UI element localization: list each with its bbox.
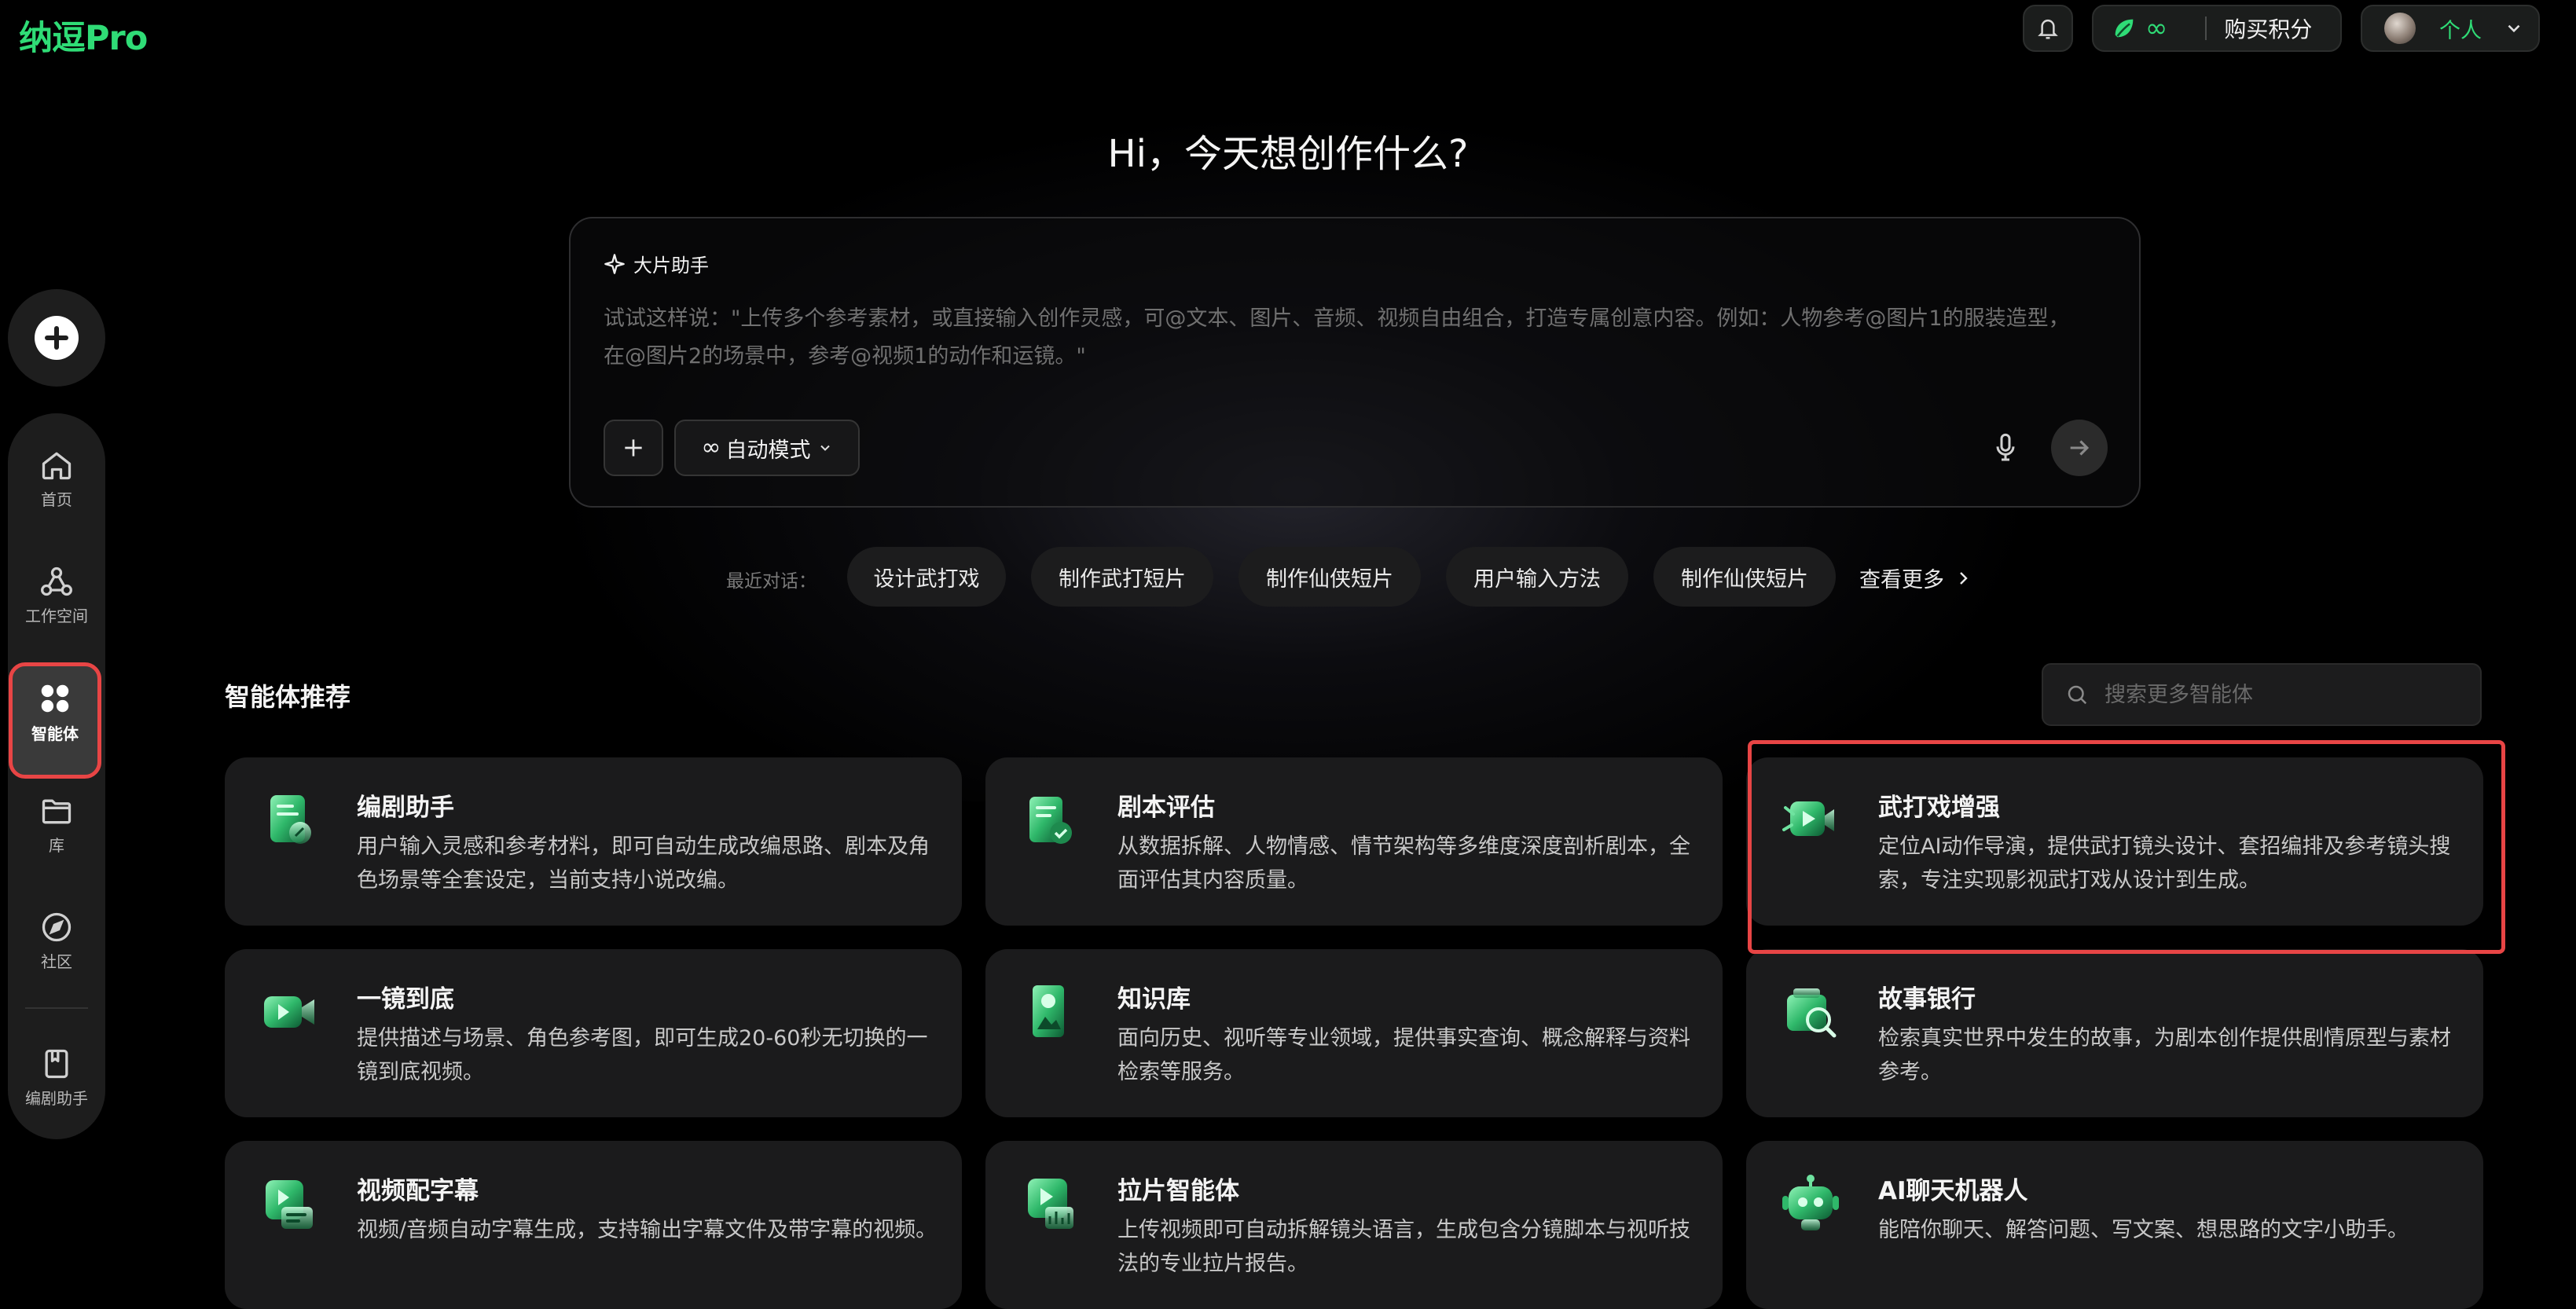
mode-selector[interactable]: ∞ 自动模式: [674, 420, 860, 476]
create-button[interactable]: [8, 289, 105, 387]
sidebar-item-home[interactable]: 首页: [8, 448, 105, 510]
agent-title: 故事银行: [1878, 985, 1976, 1014]
sparkle-icon: [604, 253, 625, 274]
leaf-icon: [2115, 19, 2134, 38]
chevron-down-icon: [2508, 24, 2520, 33]
home-icon: [42, 452, 72, 480]
video-camera-icon: [264, 996, 314, 1028]
chevron-right-icon: [1960, 571, 1968, 585]
agent-card[interactable]: AI聊天机器人 能陪你聊天、解答问题、写文案、想思路的文字小助手。: [1746, 1141, 2483, 1309]
recent-chip[interactable]: 用户输入方法: [1446, 547, 1628, 607]
story-bank-icon: [1787, 988, 1837, 1038]
sidebar-item-label: 智能体: [31, 724, 79, 743]
sidebar-item-agents[interactable]: 智能体: [9, 662, 101, 779]
view-more-label: 查看更多: [1859, 568, 1944, 592]
avatar: [2384, 13, 2416, 44]
agent-description: 提供描述与场景、角色参考图，即可生成20-60秒无切换的一镜到底视频。: [357, 1026, 928, 1084]
agent-card[interactable]: 编剧助手 用户输入灵感和参考材料，即可自动生成改编思路、剧本及角色场景等全套设定…: [225, 757, 962, 926]
agent-card[interactable]: 视频配字幕 视频/音频自动字幕生成，支持输出字幕文件及带字幕的视频。: [225, 1141, 962, 1309]
sidebar-item-label: 社区: [41, 952, 72, 971]
script-book-icon: [45, 1049, 68, 1079]
arrow-right-icon: [2070, 440, 2090, 456]
agent-title: 剧本评估: [1117, 794, 1215, 822]
workspace-icon: [41, 566, 72, 596]
agent-title: 编剧助手: [357, 794, 454, 822]
chevron-down-icon: [820, 445, 830, 451]
recent-chip[interactable]: 制作仙侠短片: [1238, 547, 1421, 607]
plus-icon: [625, 439, 642, 456]
sidebar-item-script-assistant[interactable]: 编剧助手: [8, 1047, 105, 1109]
agent-description: 用户输入灵感和参考材料，即可自动生成改编思路、剧本及角色场景等全套设定，当前支持…: [357, 834, 930, 893]
infinity-icon: ∞: [701, 434, 721, 461]
profile-button[interactable]: 个人: [2361, 5, 2540, 52]
script-writer-icon: [270, 795, 311, 844]
compass-icon: [42, 912, 72, 942]
agent-description: 视频/音频自动字幕生成，支持输出字幕文件及带字幕的视频。: [357, 1218, 938, 1242]
prompt-input[interactable]: 试试这样说："上传多个参考素材，或直接输入创作灵感，可@文本、图片、音频、视频自…: [604, 300, 2081, 376]
assistant-selector[interactable]: 大片助手: [604, 250, 709, 277]
search-input[interactable]: [2103, 681, 2452, 708]
sidebar-item-community[interactable]: 社区: [8, 910, 105, 972]
buy-points-label: 购买积分: [2224, 16, 2313, 42]
recent-chip[interactable]: 设计武打戏: [847, 547, 1006, 607]
plus-icon: [35, 316, 79, 360]
sidebar-item-label: 库: [49, 836, 64, 855]
knowledge-base-icon: [1033, 985, 1064, 1037]
add-attachment-button[interactable]: [604, 420, 663, 476]
sidebar: 首页 工作空间 智能体 库 社区 编剧助手: [8, 413, 105, 1139]
agent-description: 从数据拆解、人物情感、情节架构等多维度深度剖析剧本，全面评估其内容质量。: [1117, 834, 1690, 893]
agent-title: 视频配字幕: [357, 1177, 479, 1205]
agent-description: 能陪你聊天、解答问题、写文案、想思路的文字小助手。: [1878, 1218, 2409, 1242]
agent-description: 上传视频即可自动拆解镜头语言，生成包含分镜脚本与视听技法的专业拉片报告。: [1117, 1218, 1690, 1276]
agent-description: 定位AI动作导演，提供武打镜头设计、套招编排及参考镜头搜索，专注实现影视武打戏从…: [1878, 834, 2451, 893]
sidebar-item-library[interactable]: 库: [8, 794, 105, 856]
profile-label: 个人: [2439, 18, 2482, 43]
agent-card[interactable]: 故事银行 检索真实世界中发生的故事，为剧本创作提供剧情原型与素材参考。: [1746, 949, 2483, 1117]
mode-label: 自动模式: [725, 438, 811, 463]
agent-card[interactable]: 知识库 面向历史、视听等专业领域，提供事实查询、概念解释与资料检索等服务。: [985, 949, 1723, 1117]
sidebar-item-label: 工作空间: [25, 607, 88, 625]
agent-title: 知识库: [1117, 985, 1191, 1014]
chat-robot-icon: [1782, 1175, 1839, 1230]
prompt-box: 大片助手 试试这样说："上传多个参考素材，或直接输入创作灵感，可@文本、图片、音…: [569, 217, 2141, 508]
agent-title: 一镜到底: [357, 985, 454, 1014]
agents-grid-icon: [41, 684, 69, 713]
agent-card[interactable]: 一镜到底 提供描述与场景、角色参考图，即可生成20-60秒无切换的一镜到底视频。: [225, 949, 962, 1117]
agent-description: 面向历史、视听等专业领域，提供事实查询、概念解释与资料检索等服务。: [1117, 1026, 1690, 1084]
sidebar-item-label: 编剧助手: [25, 1089, 88, 1108]
sidebar-item-label: 首页: [41, 490, 72, 509]
page-title: Hi，今天想创作什么?: [1107, 132, 1469, 176]
microphone-icon[interactable]: [1990, 431, 2021, 465]
view-more-link[interactable]: 查看更多: [1859, 563, 1972, 593]
app-logo[interactable]: 纳逗Pro: [19, 11, 148, 60]
divider: [2205, 16, 2207, 40]
video-subtitle-icon: [266, 1180, 313, 1229]
recent-chip[interactable]: 制作仙侠短片: [1653, 547, 1836, 607]
script-evaluation-icon: [1029, 797, 1072, 844]
points-balance: ∞: [2145, 13, 2168, 44]
search-icon: [2068, 685, 2087, 705]
film-analysis-icon: [1028, 1179, 1073, 1229]
section-title: 智能体推荐: [225, 682, 351, 712]
recent-chip[interactable]: 制作武打短片: [1031, 547, 1213, 607]
agent-title: 拉片智能体: [1117, 1177, 1239, 1205]
sidebar-item-workspace[interactable]: 工作空间: [8, 564, 105, 626]
agent-description: 检索真实世界中发生的故事，为剧本创作提供剧情原型与素材参考。: [1878, 1026, 2451, 1084]
send-button[interactable]: [2051, 420, 2108, 476]
agent-card[interactable]: 武打戏增强 定位AI动作导演，提供武打镜头设计、套招编排及参考镜头搜索，专注实现…: [1746, 757, 2483, 926]
assistant-label: 大片助手: [633, 255, 709, 277]
agent-card[interactable]: 剧本评估 从数据拆解、人物情感、情节架构等多维度深度剖析剧本，全面评估其内容质量…: [985, 757, 1723, 926]
sidebar-divider: [25, 1007, 88, 1009]
agent-card[interactable]: 拉片智能体 上传视频即可自动拆解镜头语言，生成包含分镜脚本与视听技法的专业拉片报…: [985, 1141, 1723, 1309]
action-scene-icon: [1782, 801, 1834, 836]
points-button[interactable]: ∞ 购买积分: [2092, 5, 2342, 52]
agent-title: 武打戏增强: [1878, 794, 2000, 822]
notification-button[interactable]: [2023, 5, 2073, 52]
agent-search[interactable]: [2042, 663, 2482, 726]
bell-icon: [2038, 19, 2058, 39]
recent-label: 最近对话：: [726, 571, 816, 592]
agent-title: AI聊天机器人: [1878, 1177, 2028, 1205]
folder-icon: [42, 799, 72, 824]
